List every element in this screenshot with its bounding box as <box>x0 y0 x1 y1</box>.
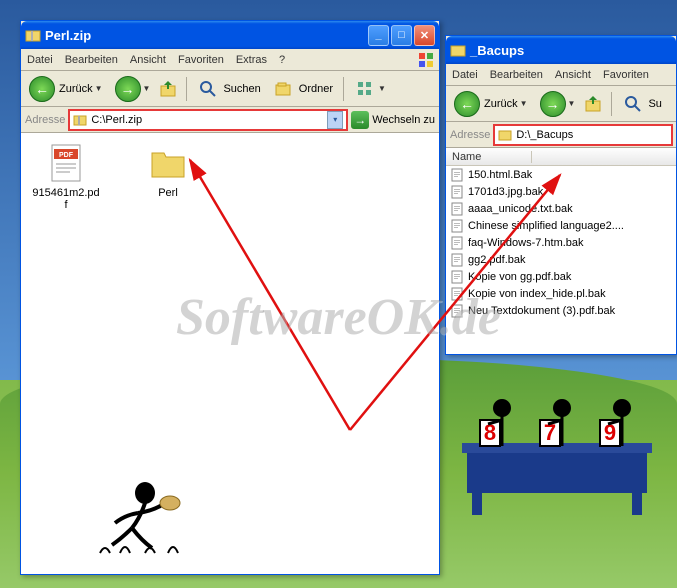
explorer-window-right: _Bacups Datei Bearbeiten Ansicht Favorit… <box>445 35 677 355</box>
content-pane[interactable]: PDF 915461m2.pdf Perl <box>21 133 439 574</box>
back-arrow-icon: ← <box>29 76 55 102</box>
up-folder-button[interactable] <box>158 78 180 100</box>
column-header[interactable]: Name <box>446 148 676 166</box>
list-item[interactable]: gg2.pdf.bak <box>446 251 676 268</box>
file-icon <box>450 236 464 250</box>
address-label: Adresse <box>25 114 65 126</box>
file-name: Kopie von index_hide.pl.bak <box>468 288 606 300</box>
file-item[interactable]: Perl <box>133 143 203 199</box>
chevron-down-icon: ▼ <box>568 99 576 108</box>
file-icon <box>450 168 464 182</box>
search-icon <box>622 93 644 115</box>
toolbar: ← Zurück ▼ → ▼ Su <box>446 86 676 122</box>
menu-file[interactable]: Datei <box>452 69 478 81</box>
list-item[interactable]: 1701d3.jpg.bak <box>446 183 676 200</box>
minimize-button[interactable]: _ <box>368 25 389 46</box>
addressbar: Adresse D:\_Bacups <box>446 122 676 148</box>
back-arrow-icon: ← <box>454 91 480 117</box>
menu-help[interactable]: ? <box>279 54 285 66</box>
list-item[interactable]: Kopie von index_hide.pl.bak <box>446 285 676 302</box>
svg-text:PDF: PDF <box>59 152 74 159</box>
folders-icon <box>273 78 295 100</box>
views-icon <box>354 78 376 100</box>
list-item[interactable]: faq-Windows-7.htm.bak <box>446 234 676 251</box>
menu-extras[interactable]: Extras <box>236 54 267 66</box>
toolbar: ← Zurück ▼ → ▼ Suchen Ordner ▼ <box>21 71 439 107</box>
menu-edit[interactable]: Bearbeiten <box>65 54 118 66</box>
chevron-down-icon: ▼ <box>520 99 528 108</box>
up-folder-button[interactable] <box>583 93 605 115</box>
folder-icon <box>148 143 188 183</box>
list-item[interactable]: 150.html.Bak <box>446 166 676 183</box>
close-button[interactable]: ✕ <box>414 25 435 46</box>
views-button[interactable]: ▼ <box>350 76 390 102</box>
list-item[interactable]: Chinese simplified language2.... <box>446 217 676 234</box>
menu-file[interactable]: Datei <box>27 54 53 66</box>
menu-view[interactable]: Ansicht <box>555 69 591 81</box>
address-dropdown[interactable]: ▾ <box>327 111 343 129</box>
file-icon <box>450 202 464 216</box>
file-icon <box>450 253 464 267</box>
file-icon <box>450 185 464 199</box>
zipfolder-icon <box>25 27 41 43</box>
search-button[interactable]: Su <box>618 91 665 117</box>
file-name: 150.html.Bak <box>468 169 532 181</box>
file-icon <box>450 304 464 318</box>
menubar: Datei Bearbeiten Ansicht Favoriten <box>446 64 676 86</box>
chevron-down-icon: ▼ <box>143 84 151 93</box>
go-arrow-icon: → <box>351 111 369 129</box>
addressbar: Adresse C:\Perl.zip ▾ → Wechseln zu <box>21 107 439 133</box>
file-name: faq-Windows-7.htm.bak <box>468 237 584 249</box>
list-item[interactable]: Neu Textdokument (3).pdf.bak <box>446 302 676 319</box>
file-name: gg2.pdf.bak <box>468 254 526 266</box>
menubar: Datei Bearbeiten Ansicht Favoriten Extra… <box>21 49 439 71</box>
file-icon <box>450 287 464 301</box>
menu-favorites[interactable]: Favoriten <box>603 69 649 81</box>
content-pane[interactable]: Name 150.html.Bak 1701d3.jpg.bak aaaa_unic… <box>446 148 676 354</box>
forward-button[interactable]: → ▼ <box>536 89 580 119</box>
back-button[interactable]: ← Zurück ▼ <box>450 89 532 119</box>
file-name: Kopie von gg.pdf.bak <box>468 271 571 283</box>
menu-favorites[interactable]: Favoriten <box>178 54 224 66</box>
windows-logo-icon <box>417 51 435 69</box>
menu-edit[interactable]: Bearbeiten <box>490 69 543 81</box>
file-item[interactable]: PDF 915461m2.pdf <box>31 143 101 211</box>
folder-icon <box>498 128 512 142</box>
forward-button[interactable]: → ▼ <box>111 74 155 104</box>
file-name: Neu Textdokument (3).pdf.bak <box>468 305 615 317</box>
address-label: Adresse <box>450 129 490 141</box>
chevron-down-icon: ▼ <box>95 84 103 93</box>
maximize-button[interactable]: □ <box>391 25 412 46</box>
folders-button[interactable]: Ordner <box>269 76 337 102</box>
window-title: _Bacups <box>470 43 672 58</box>
explorer-window-left: Perl.zip _ □ ✕ Datei Bearbeiten Ansicht … <box>20 20 440 575</box>
forward-arrow-icon: → <box>115 76 141 102</box>
go-button[interactable]: → Wechseln zu <box>351 111 435 129</box>
file-name: Chinese simplified language2.... <box>468 220 624 232</box>
search-icon <box>197 78 219 100</box>
file-name: aaaa_unicode.txt.bak <box>468 203 573 215</box>
window-title: Perl.zip <box>45 28 366 43</box>
forward-arrow-icon: → <box>540 91 566 117</box>
back-button[interactable]: ← Zurück ▼ <box>25 74 107 104</box>
chevron-down-icon: ▼ <box>378 84 386 93</box>
file-name: 1701d3.jpg.bak <box>468 186 543 198</box>
list-item[interactable]: aaaa_unicode.txt.bak <box>446 200 676 217</box>
folder-icon <box>450 42 466 58</box>
file-icon <box>450 270 464 284</box>
titlebar[interactable]: Perl.zip _ □ ✕ <box>21 21 439 49</box>
menu-view[interactable]: Ansicht <box>130 54 166 66</box>
address-input[interactable]: D:\_Bacups <box>494 125 672 145</box>
search-button[interactable]: Suchen <box>193 76 264 102</box>
titlebar[interactable]: _Bacups <box>446 36 676 64</box>
pdf-icon: PDF <box>46 143 86 183</box>
list-item[interactable]: Kopie von gg.pdf.bak <box>446 268 676 285</box>
address-input[interactable]: C:\Perl.zip ▾ <box>69 110 347 130</box>
zipfolder-icon <box>73 113 87 127</box>
file-icon <box>450 219 464 233</box>
